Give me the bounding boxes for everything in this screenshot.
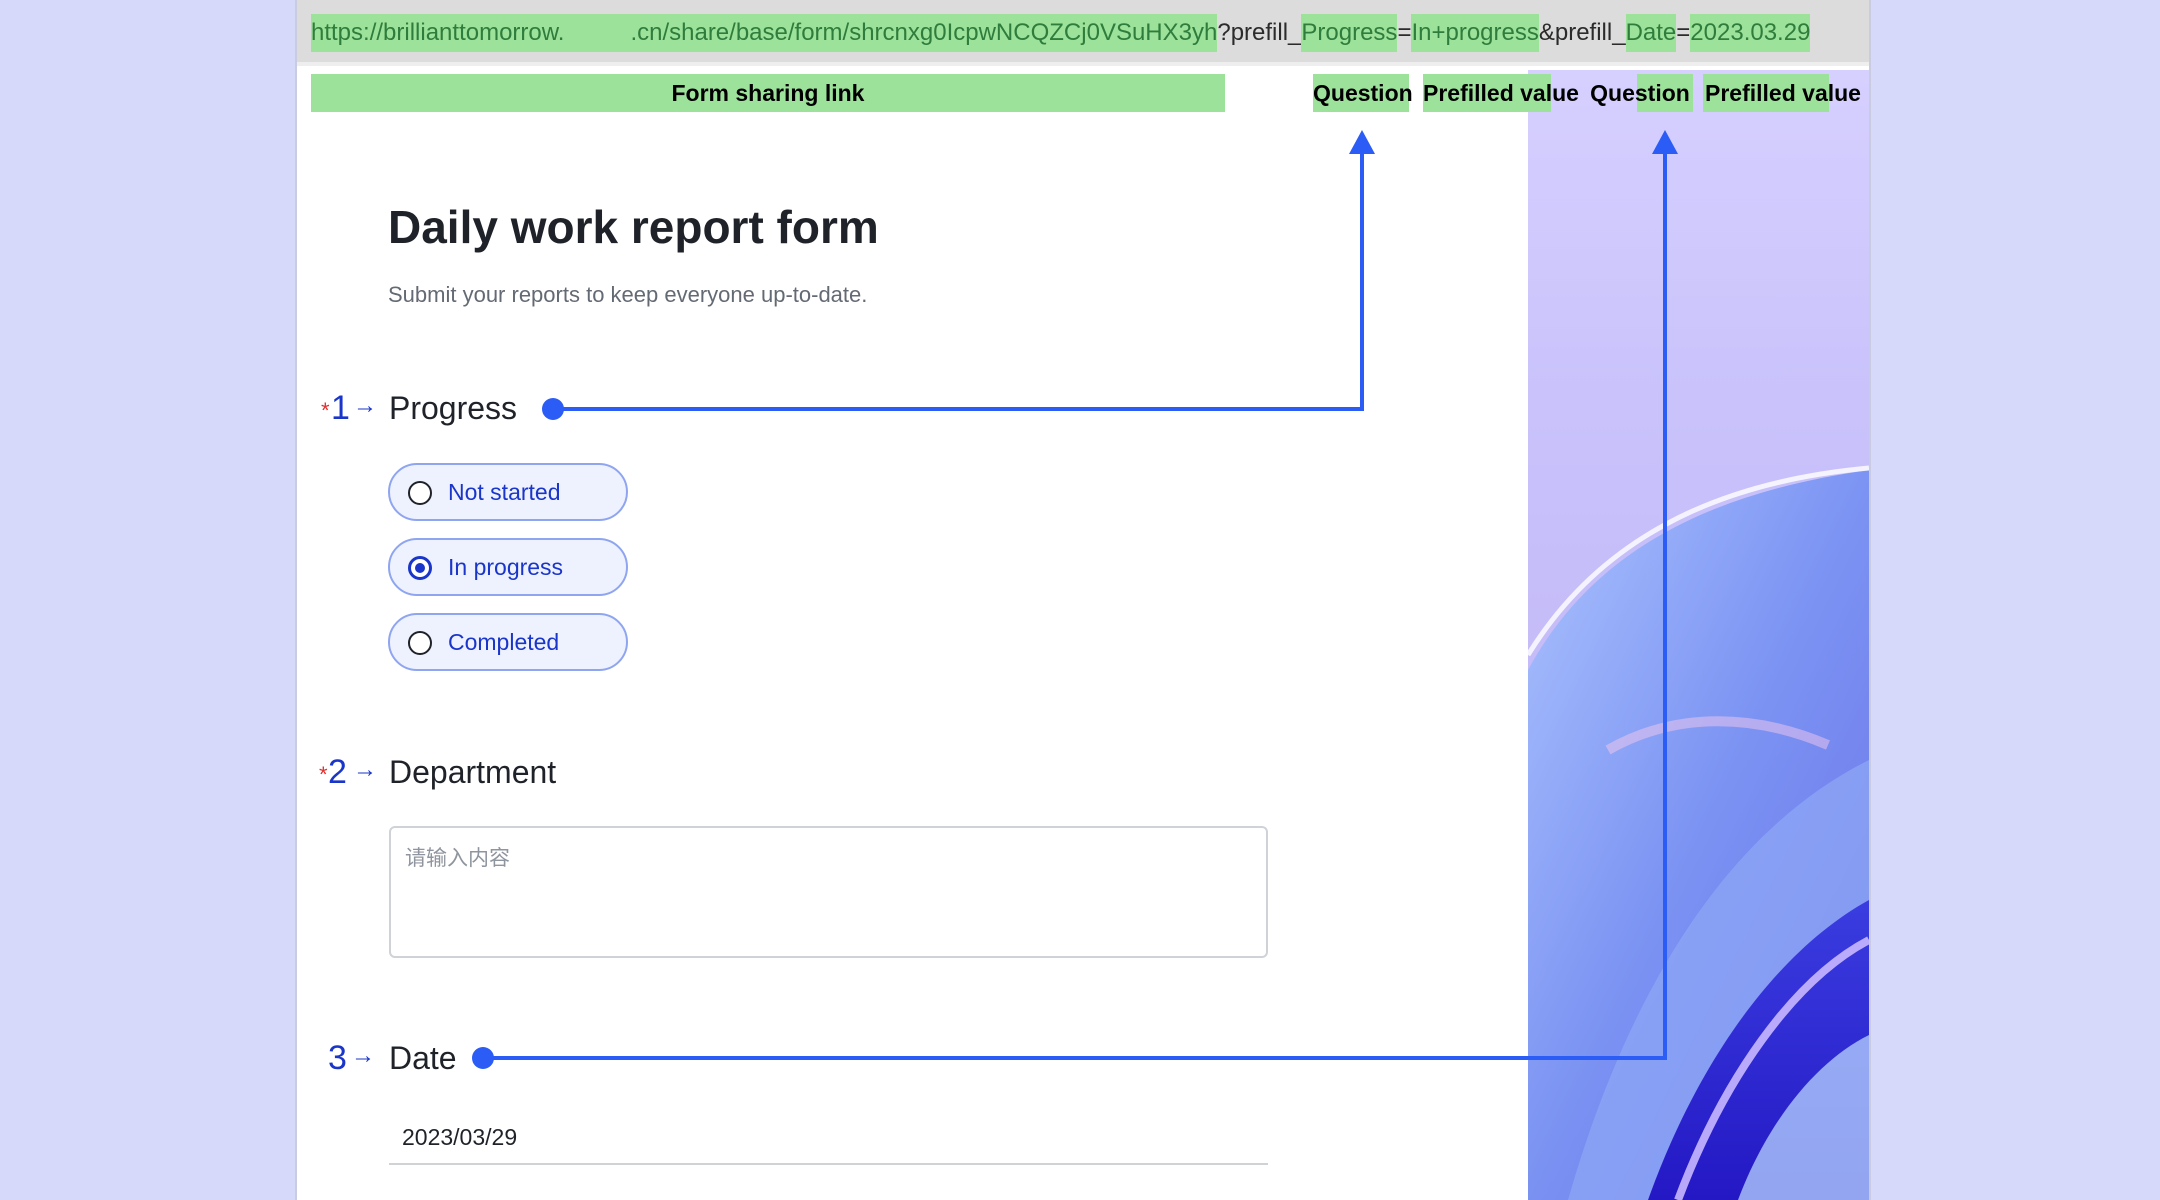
connector-dot-date	[472, 1047, 494, 1069]
arrowhead-up-icon	[1652, 130, 1678, 154]
connector-dot-progress	[542, 398, 564, 420]
connector-line-date	[483, 140, 1667, 1060]
arrowhead-up-icon	[1349, 130, 1375, 154]
browser-frame: https://brillianttomorrow. .cn/share/base…	[295, 0, 1871, 1200]
connector-overlay	[472, 130, 1678, 1069]
connector-line-progress	[553, 140, 1364, 411]
